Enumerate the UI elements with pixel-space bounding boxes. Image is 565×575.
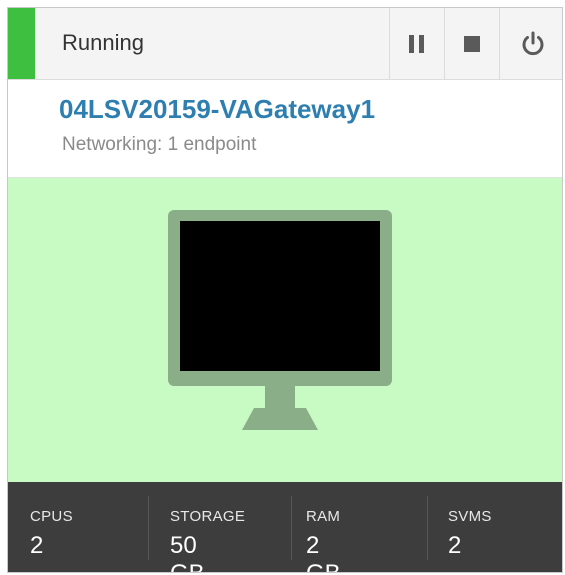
stat-label: CPUS — [30, 508, 73, 525]
pause-button[interactable] — [389, 8, 444, 79]
stat-divider — [148, 496, 149, 560]
stat-value: 2 — [448, 532, 462, 559]
vm-card: Running 04LSV20159-VAGateway1 Networking… — [7, 7, 563, 573]
stop-icon — [464, 35, 480, 52]
vm-header: 04LSV20159-VAGateway1 Networking: 1 endp… — [8, 80, 562, 178]
status-bar: Running — [8, 8, 562, 80]
stat-value: 50 GB — [170, 532, 205, 572]
stat-label: STORAGE — [170, 508, 246, 525]
vm-stats-bar: CPUS 2 STORAGE 50 GB RAM 2 GB SVMS 2 — [8, 482, 562, 572]
power-button[interactable] — [499, 8, 562, 79]
pause-icon — [409, 34, 424, 53]
monitor-icon — [168, 210, 392, 430]
stop-button[interactable] — [444, 8, 499, 79]
stat-value: 2 — [30, 532, 44, 559]
stat-divider — [291, 496, 292, 560]
status-text: Running — [62, 30, 144, 55]
vm-name-link[interactable]: 04LSV20159-VAGateway1 — [59, 94, 375, 125]
stat-label: SVMS — [448, 508, 492, 525]
power-icon — [522, 31, 543, 55]
status-indicator — [8, 8, 35, 79]
vm-networking: Networking: 1 endpoint — [62, 134, 257, 155]
stat-value: 2 GB — [306, 532, 341, 572]
stat-divider — [427, 496, 428, 560]
stat-label: RAM — [306, 508, 341, 525]
vm-preview[interactable] — [8, 178, 562, 482]
